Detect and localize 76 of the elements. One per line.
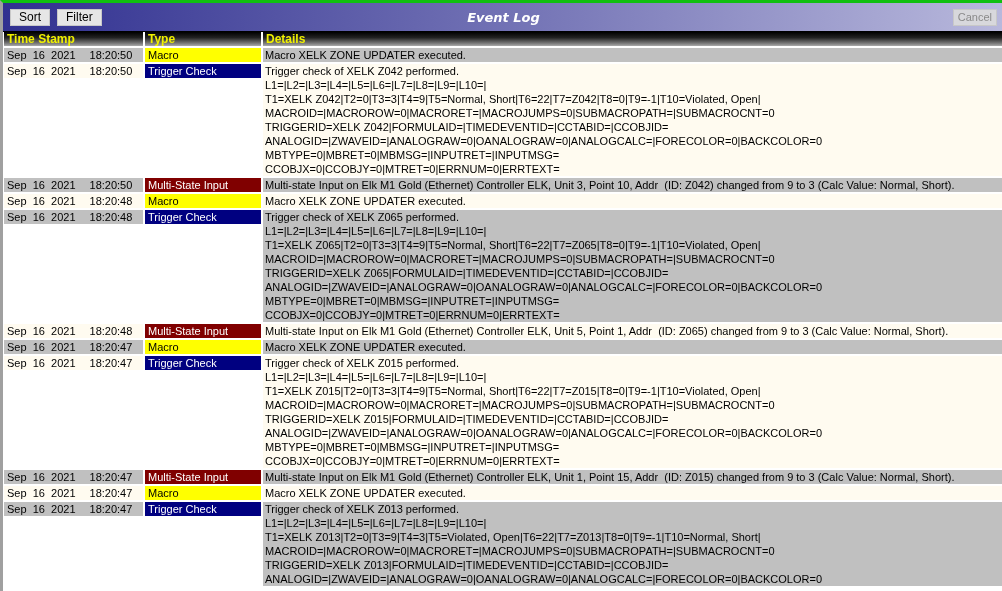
detail-text: Multi-state Input on Elk M1 Gold (Ethernet) Controller ELK, Unit 1, Point 15, Addr (ID: Z015) changed from 9 to 3 (Calc Value: Normal, Short). [265,470,956,484]
detail-text: T1=XELK Z015|T2=0|T3=3|T4=9|T5=Normal, Short|T6=22|T7=Z015|T8=0|T9=-1|T10=Violated, Open| [265,384,762,398]
column-header: Details [263,32,1002,46]
date-text: Sep 16 2021 [7,502,76,516]
detail-text: T1=XELK Z013|T2=0|T3=9|T4=3|T5=Violated, Open|T6=22|T7=Z013|T8=0|T9=-1|T10=Normal, Short| [265,530,762,544]
date-text: Sep 16 2021 [7,178,76,192]
detail-text: CCOBJX=0|CCOBJY=0|MTRET=0|ERRNUM=0|ERRTEXT= [265,308,561,322]
toolbar-button[interactable]: Filter [57,8,102,26]
type-cell: Multi-State Input [145,470,261,484]
detail-text: MBTYPE=0|MBRET=0|MBMSG=|INPUTRET=|INPUTMSG= [265,294,561,308]
time-text: 18:20:47 [89,356,133,370]
type-cell: Macro [145,194,261,208]
detail-text: ANALOGID=|ZWAVEID=|ANALOGRAW=0|OANALOGRAW=0|ANALOGCALC=|FORECOLOR=0|BACKCOLOR=0 [265,426,823,440]
time-text: 18:20:48 [89,194,133,208]
detail-text: T1=XELK Z065|T2=0|T3=3|T4=9|T5=Normal, Short|T6=22|T7=Z065|T8=0|T9=-1|T10=Violated, Open| [265,238,762,252]
type-cell: Trigger Check [145,64,261,78]
detail-text: T1=XELK Z042|T2=0|T3=3|T4=9|T5=Normal, Short|T6=22|T7=Z042|T8=0|T9=-1|T10=Violated, Open| [265,92,762,106]
detail-text: CCOBJX=0|CCOBJY=0|MTRET=0|ERRNUM=0|ERRTEXT= [265,454,561,468]
detail-text: L1=|L2=|L3=|L4=|L5=|L6=|L7=|L8=|L9=|L10=| [265,224,488,238]
date-text: Sep 16 2021 [7,210,76,224]
detail-text: L1=|L2=|L3=|L4=|L5=|L6=|L7=|L8=|L9=|L10=| [265,516,488,530]
detail-text: Trigger check of XELK Z015 performed. [265,356,460,370]
type-cell: Macro [145,48,261,62]
type-cell: Trigger Check [145,356,261,370]
time-text: 18:20:50 [89,48,133,62]
type-cell: Trigger Check [145,502,261,516]
detail-text: TRIGGERID=XELK Z042|FORMULAID=|TIMEDEVENTID=|CCTABID=|CCOBJID= [265,120,670,134]
type-cell: Multi-State Input [145,324,261,338]
window-title: Event Log [467,9,540,25]
detail-text: ANALOGID=|ZWAVEID=|ANALOGRAW=0|OANALOGRAW=0|ANALOGCALC=|FORECOLOR=0|BACKCOLOR=0 [265,572,823,586]
date-text: Sep 16 2021 [7,470,76,484]
time-text: 18:20:47 [89,470,133,484]
type-cell: Multi-State Input [145,178,261,192]
detail-text: Macro XELK ZONE UPDATER executed. [265,340,467,354]
detail-text: MBTYPE=0|MBRET=0|MBMSG=|INPUTRET=|INPUTMSG= [265,148,561,162]
detail-text: MACROID=|MACROROW=0|MACRORET=|MACROJUMPS=0|SUBMACROPATH=|SUBMACROCNT=0 [265,106,776,120]
detail-text: Multi-state Input on Elk M1 Gold (Ethernet) Controller ELK, Unit 5, Point 1, Addr (ID: Z065) changed from 9 to 3 (Calc Value: Normal, Short). [265,324,950,338]
detail-text: Macro XELK ZONE UPDATER executed. [265,48,467,62]
time-text: 18:20:50 [89,178,133,192]
type-cell: Macro [145,340,261,354]
date-text: Sep 16 2021 [7,48,76,62]
detail-text: TRIGGERID=XELK Z013|FORMULAID=|TIMEDEVENTID=|CCTABID=|CCOBJID= [265,558,670,572]
date-text: Sep 16 2021 [7,356,76,370]
detail-text: MACROID=|MACROROW=0|MACRORET=|MACROJUMPS=0|SUBMACROPATH=|SUBMACROCNT=0 [265,252,776,266]
time-text: 18:20:50 [89,64,133,78]
detail-text: L1=|L2=|L3=|L4=|L5=|L6=|L7=|L8=|L9=|L10=| [265,370,488,384]
detail-text: MBTYPE=0|MBRET=0|MBMSG=|INPUTRET=|INPUTMSG= [265,440,561,454]
date-text: Sep 16 2021 [7,324,76,338]
column-header: Type [145,32,261,46]
detail-text: ANALOGID=|ZWAVEID=|ANALOGRAW=0|OANALOGRAW=0|ANALOGCALC=|FORECOLOR=0|BACKCOLOR=0 [265,280,823,294]
time-text: 18:20:47 [89,502,133,516]
date-text: Sep 16 2021 [7,194,76,208]
detail-text: TRIGGERID=XELK Z015|FORMULAID=|TIMEDEVENTID=|CCTABID=|CCOBJID= [265,412,670,426]
time-text: 18:20:47 [89,486,133,500]
type-cell: Macro [145,486,261,500]
detail-text: CCOBJX=0|CCOBJY=0|MTRET=0|ERRNUM=0|ERRTEXT= [265,162,561,176]
time-text: 18:20:47 [89,340,133,354]
date-text: Sep 16 2021 [7,486,76,500]
detail-text: TRIGGERID=XELK Z065|FORMULAID=|TIMEDEVENTID=|CCTABID=|CCOBJID= [265,266,670,280]
detail-text: Trigger check of XELK Z065 performed. [265,210,460,224]
detail-text: L1=|L2=|L3=|L4=|L5=|L6=|L7=|L8=|L9=|L10=| [265,78,488,92]
detail-text: Multi-state Input on Elk M1 Gold (Ethernet) Controller ELK, Unit 3, Point 10, Addr (ID: Z042) changed from 9 to 3 (Calc Value: Normal, Short). [265,178,956,192]
date-text: Sep 16 2021 [7,64,76,78]
detail-text: Macro XELK ZONE UPDATER executed. [265,194,467,208]
detail-text: Trigger check of XELK Z013 performed. [265,502,460,516]
time-text: 18:20:48 [89,324,133,338]
detail-text: MACROID=|MACROROW=0|MACRORET=|MACROJUMPS=0|SUBMACROPATH=|SUBMACROCNT=0 [265,398,776,412]
detail-text: ANALOGID=|ZWAVEID=|ANALOGRAW=0|OANALOGRAW=0|ANALOGCALC=|FORECOLOR=0|BACKCOLOR=0 [265,134,823,148]
column-header: Time Stamp [4,32,143,46]
detail-text: MACROID=|MACROROW=0|MACRORET=|MACROJUMPS=0|SUBMACROPATH=|SUBMACROCNT=0 [265,544,776,558]
date-text: Sep 16 2021 [7,340,76,354]
detail-text: Macro XELK ZONE UPDATER executed. [265,486,467,500]
type-cell: Trigger Check [145,210,261,224]
toolbar-button[interactable]: Sort [10,8,50,26]
time-text: 18:20:48 [89,210,133,224]
detail-text: Trigger check of XELK Z042 performed. [265,64,460,78]
